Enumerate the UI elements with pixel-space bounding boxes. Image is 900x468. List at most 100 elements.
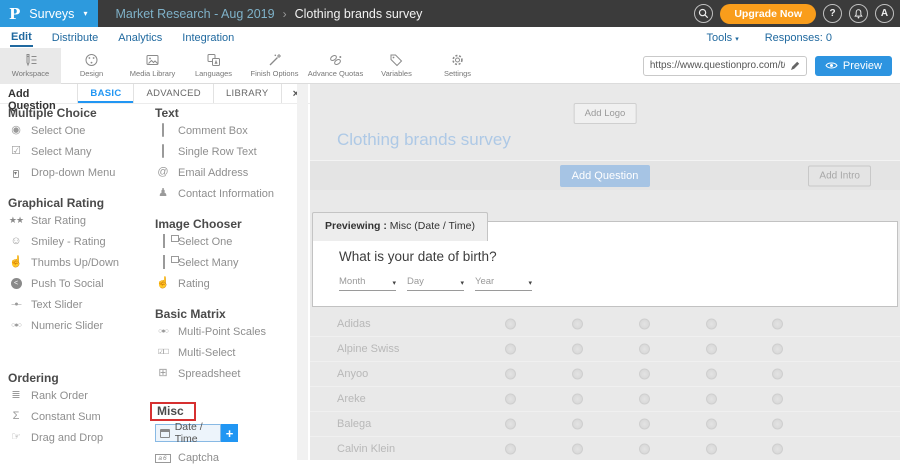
- qtype-constant-sum[interactable]: Σ Constant Sum: [8, 406, 150, 427]
- calendar-icon: [160, 429, 170, 438]
- section-image-chooser: Image Chooser: [155, 217, 297, 231]
- qtype-spreadsheet[interactable]: ⊞ Spreadsheet: [155, 363, 297, 384]
- matrix-question-row[interactable]: Calvin Klein: [310, 437, 900, 460]
- toolbar-settings[interactable]: Settings: [427, 48, 488, 84]
- upgrade-now-button[interactable]: Upgrade Now: [720, 4, 816, 24]
- notifications-button[interactable]: [849, 4, 868, 23]
- tag-icon: [389, 53, 404, 67]
- qtype-image-select-many[interactable]: Select Many: [155, 252, 297, 273]
- multi-select-icon: ☑☐: [155, 347, 171, 358]
- qtype-star-rating[interactable]: ★★ Star Rating: [8, 210, 150, 231]
- checkbox-icon: ☑: [8, 146, 24, 157]
- top-bar: P Surveys ▾ Market Research - Aug 2019 ›…: [0, 0, 900, 27]
- month-dropdown[interactable]: Month▾: [339, 276, 396, 291]
- surveys-menu[interactable]: P Surveys ▾: [0, 0, 98, 27]
- toolbar-design[interactable]: Design: [61, 48, 122, 84]
- qtype-drag-and-drop[interactable]: ☞ Drag and Drop: [8, 427, 150, 448]
- matrix-question-row[interactable]: Areke: [310, 387, 900, 412]
- qtype-select-one[interactable]: ◉ Select One: [8, 120, 150, 141]
- single-row-icon: [155, 146, 171, 157]
- toolbar-advance-quotas[interactable]: Advance Quotas: [305, 48, 366, 84]
- qtype-email-address[interactable]: @ Email Address: [155, 162, 297, 183]
- tools-menu[interactable]: Tools ▾: [706, 32, 738, 44]
- qtype-thumbs-up-down[interactable]: ☝ Thumbs Up/Down: [8, 252, 150, 273]
- tab-advanced[interactable]: ADVANCED: [133, 84, 212, 103]
- radio-icon: [706, 344, 717, 355]
- survey-url-field[interactable]: https://www.questionpro.com/t/APNrfZ: [643, 56, 807, 76]
- qtype-single-row-text[interactable]: Single Row Text: [155, 141, 297, 162]
- toolbar-media-library[interactable]: Media Library: [122, 48, 183, 84]
- image-pair-icon: [155, 257, 171, 268]
- rank-list-icon: ≣: [8, 390, 24, 401]
- main-nav: Edit Distribute Analytics Integration To…: [0, 27, 900, 48]
- tab-basic[interactable]: BASIC: [77, 84, 133, 103]
- toolbar-workspace[interactable]: Workspace: [0, 48, 61, 84]
- qtype-image-select-one[interactable]: Select One: [155, 231, 297, 252]
- matrix-question-row[interactable]: Anyoo: [310, 362, 900, 387]
- add-question-panel: Add Question BASIC ADVANCED LIBRARY × Mu…: [0, 84, 310, 460]
- qtype-multi-point-scales[interactable]: ○●○ Multi-Point Scales: [155, 321, 297, 342]
- drag-hand-icon: ☞: [8, 432, 24, 443]
- qtype-comment-box[interactable]: Comment Box: [155, 120, 297, 141]
- qtype-rank-order[interactable]: ≣ Rank Order: [8, 385, 150, 406]
- help-button[interactable]: ?: [823, 4, 842, 23]
- survey-title[interactable]: Clothing brands survey: [337, 130, 511, 150]
- day-dropdown[interactable]: Day▾: [407, 276, 464, 291]
- tab-library[interactable]: LIBRARY: [213, 84, 281, 103]
- toolbar-finish-options[interactable]: Finish Options: [244, 48, 305, 84]
- captcha-icon: a6: [155, 452, 171, 463]
- matrix-question-row[interactable]: Alpine Swiss: [310, 337, 900, 362]
- toolbar-variables[interactable]: Variables: [366, 48, 427, 84]
- comment-box-icon: [155, 125, 171, 136]
- year-dropdown[interactable]: Year▾: [475, 276, 532, 291]
- product-name: Surveys: [29, 7, 74, 21]
- radio-icon: [505, 319, 516, 330]
- toolbar-languages[interactable]: Languages: [183, 48, 244, 84]
- radio-icon: [639, 369, 650, 380]
- matrix-question-row[interactable]: Balega: [310, 412, 900, 437]
- add-intro-button[interactable]: Add Intro: [808, 165, 871, 186]
- radio-icon: [505, 419, 516, 430]
- add-question-button[interactable]: Add Question: [560, 165, 651, 187]
- radio-icon: [772, 319, 783, 330]
- chevron-down-icon: ▾: [460, 279, 464, 287]
- add-date-time-button[interactable]: +: [221, 424, 238, 442]
- tab-integration[interactable]: Integration: [181, 29, 235, 46]
- radio-icon: [706, 369, 717, 380]
- qtype-smiley-rating[interactable]: ☺ Smiley - Rating: [8, 231, 150, 252]
- account-avatar[interactable]: A: [875, 4, 894, 23]
- tab-analytics[interactable]: Analytics: [117, 29, 163, 46]
- section-graphical-rating: Graphical Rating: [8, 196, 150, 210]
- tab-distribute[interactable]: Distribute: [51, 29, 99, 46]
- breadcrumb-parent[interactable]: Market Research - Aug 2019: [115, 7, 274, 21]
- section-text: Text: [155, 106, 297, 120]
- numeric-slider-icon: ○●○: [8, 320, 24, 331]
- chevron-down-icon: ▾: [528, 279, 532, 287]
- radio-icon: [706, 444, 717, 455]
- panel-scrollbar[interactable]: [297, 84, 308, 460]
- qtype-contact-information[interactable]: ♟ Contact Information: [155, 183, 297, 204]
- qtype-numeric-slider[interactable]: ○●○ Numeric Slider: [8, 315, 150, 336]
- dropdown-box-icon: ▾: [8, 167, 24, 178]
- section-ordering: Ordering: [8, 371, 150, 385]
- panel-title: Add Question: [0, 84, 77, 103]
- qtype-text-slider[interactable]: –●– Text Slider: [8, 294, 150, 315]
- qtype-dropdown-menu[interactable]: ▾ Drop-down Menu: [8, 162, 150, 183]
- add-logo-button[interactable]: Add Logo: [574, 103, 637, 124]
- qtype-captcha[interactable]: a6 Captcha: [155, 447, 297, 468]
- qtype-select-many[interactable]: ☑ Select Many: [8, 141, 150, 162]
- section-multiple-choice: Multiple Choice: [8, 106, 150, 120]
- matrix-question-row[interactable]: Adidas: [310, 312, 900, 337]
- preview-button[interactable]: Preview: [815, 56, 892, 76]
- qtype-image-rating[interactable]: ☝ Rating: [155, 273, 297, 294]
- search-button[interactable]: [694, 4, 713, 23]
- qtype-date-time-selected[interactable]: Date / Time +: [155, 424, 238, 442]
- gear-icon: [450, 53, 465, 67]
- qtype-multi-select[interactable]: ☑☐ Multi-Select: [155, 342, 297, 363]
- radio-icon: [572, 344, 583, 355]
- add-question-band: Add Question Add Intro: [310, 160, 900, 190]
- radio-icon: [505, 394, 516, 405]
- qtype-push-to-social[interactable]: < Push To Social: [8, 273, 150, 294]
- responses-count[interactable]: Responses: 0: [765, 32, 832, 44]
- tab-edit[interactable]: Edit: [10, 28, 33, 47]
